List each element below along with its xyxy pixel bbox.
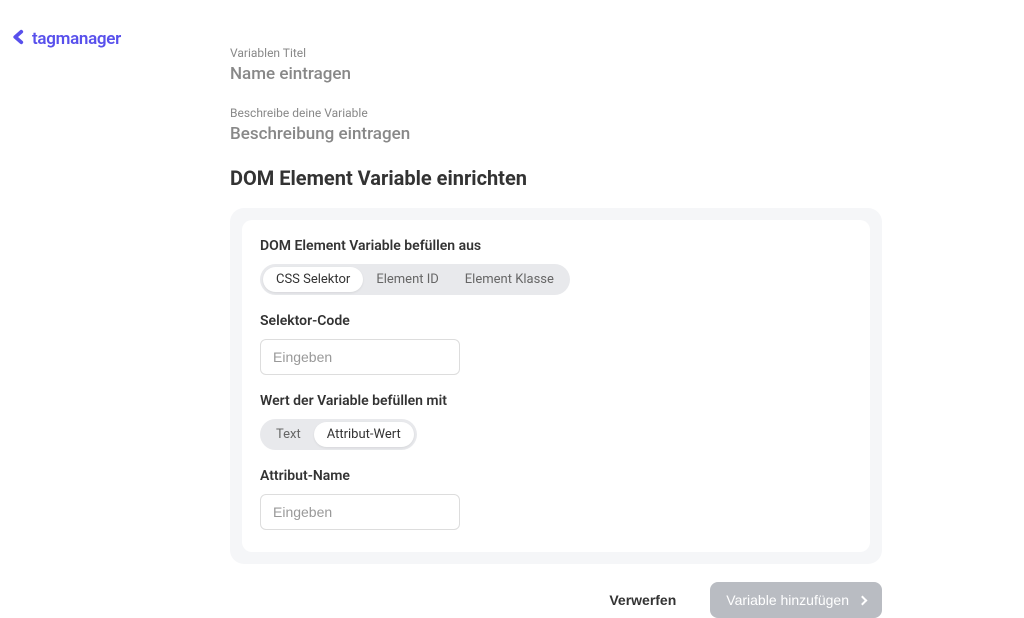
attribute-name-input[interactable] (260, 494, 460, 530)
selector-code-input[interactable] (260, 339, 460, 375)
segment-attribute-value[interactable]: Attribut-Wert (314, 422, 414, 447)
config-card-inner: DOM Element Variable befüllen aus CSS Se… (242, 220, 870, 552)
segment-element-class[interactable]: Element Klasse (452, 267, 567, 292)
description-label: Beschreibe deine Variable (230, 106, 882, 120)
main-content: Variablen Titel Name eintragen Beschreib… (230, 46, 882, 618)
logo: tagmanager (10, 28, 121, 50)
segment-text[interactable]: Text (263, 422, 314, 447)
footer-actions: Verwerfen Variable hinzufügen (230, 582, 882, 618)
value-type-segment: Text Attribut-Wert (260, 419, 417, 450)
segment-css-selector[interactable]: CSS Selektor (263, 267, 363, 292)
section-title: DOM Element Variable einrichten (230, 166, 882, 190)
add-variable-label: Variable hinzufügen (726, 592, 849, 608)
title-label: Variablen Titel (230, 46, 882, 60)
config-card: DOM Element Variable befüllen aus CSS Se… (230, 208, 882, 564)
chevron-right-icon (858, 595, 868, 605)
title-input[interactable]: Name eintragen (230, 64, 882, 84)
logo-text: tagmanager (32, 29, 121, 49)
description-input[interactable]: Beschreibung eintragen (230, 124, 882, 144)
segment-element-id[interactable]: Element ID (363, 267, 451, 292)
selector-type-segment: CSS Selektor Element ID Element Klasse (260, 264, 570, 295)
fill-from-label: DOM Element Variable befüllen aus (260, 238, 852, 254)
selector-code-label: Selektor-Code (260, 313, 852, 329)
logo-icon (10, 28, 28, 50)
attribute-name-label: Attribut-Name (260, 468, 852, 484)
fill-with-label: Wert der Variable befüllen mit (260, 393, 852, 409)
discard-button[interactable]: Verwerfen (593, 582, 692, 618)
add-variable-button[interactable]: Variable hinzufügen (710, 582, 882, 618)
